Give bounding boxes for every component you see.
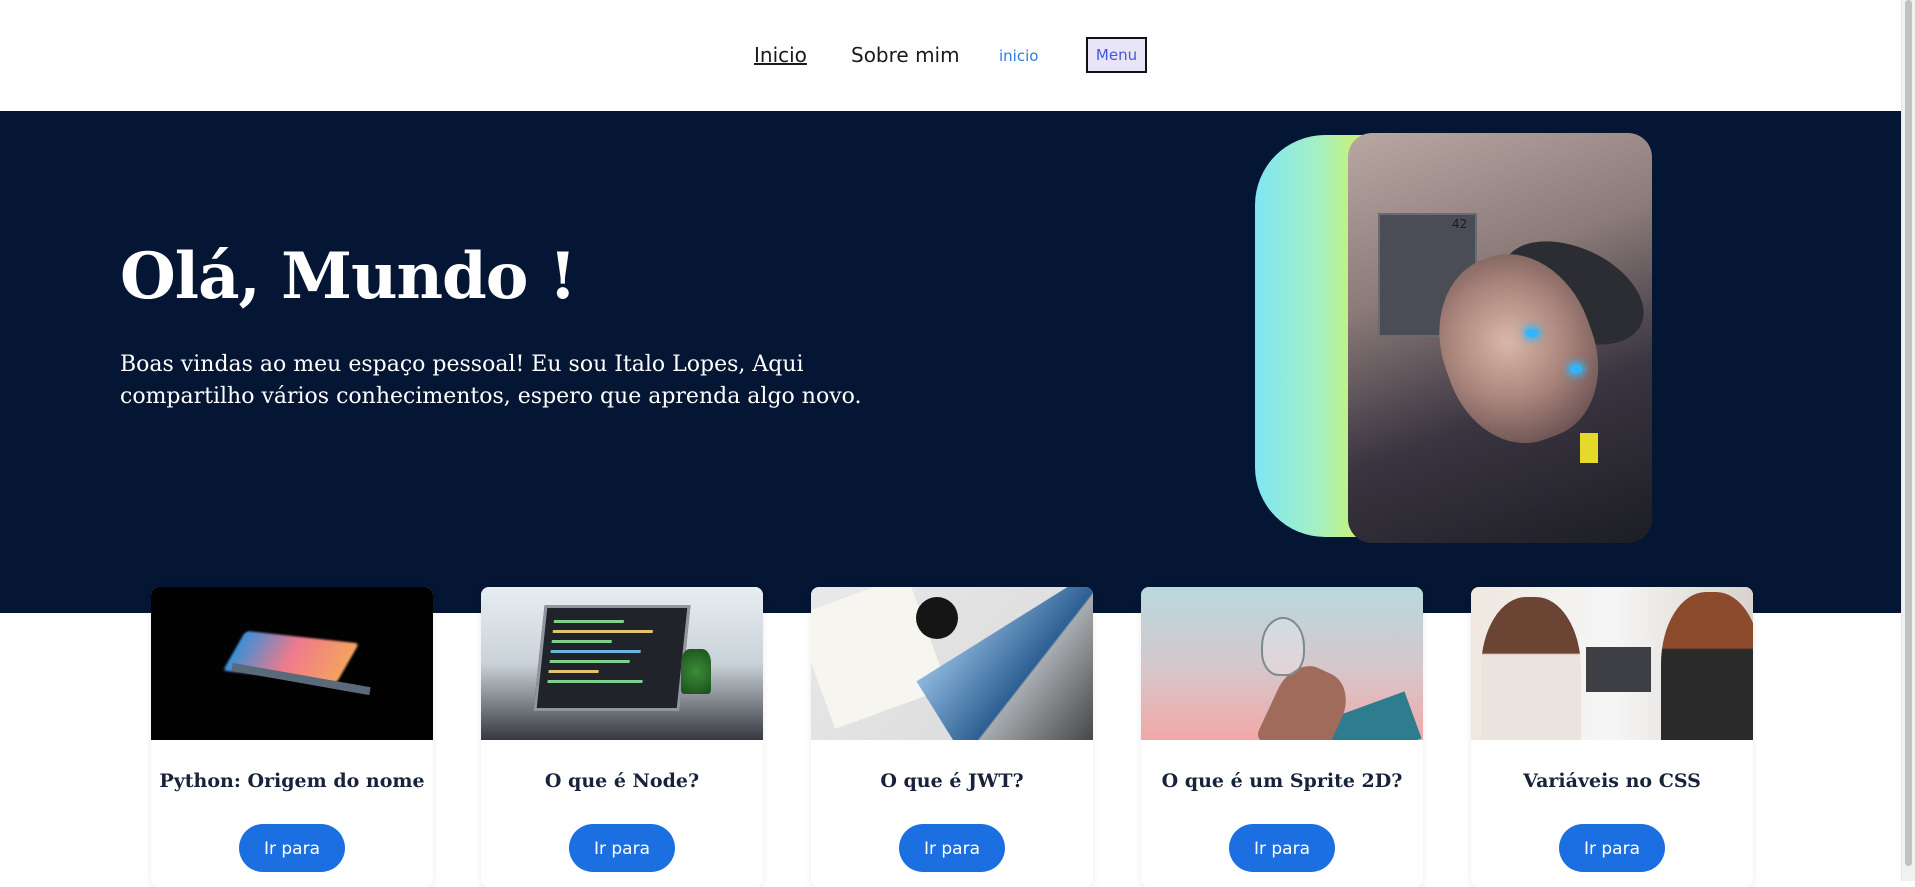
top-navigation: Inicio Sobre mim inicio Menu bbox=[0, 0, 1902, 111]
card-go-button[interactable]: Ir para bbox=[1229, 824, 1335, 872]
person bbox=[1661, 592, 1753, 740]
camera-lens bbox=[916, 597, 958, 639]
card-image-people-laptop bbox=[1471, 587, 1753, 740]
card-title: O que é JWT? bbox=[880, 770, 1024, 792]
card-go-button[interactable]: Ir para bbox=[1559, 824, 1665, 872]
hero-section: Olá, Mundo ! Boas vindas ao meu espaço p… bbox=[0, 111, 1902, 613]
card-image-laptop-dark bbox=[151, 587, 433, 740]
hero-portrait-image: 42 bbox=[1348, 133, 1652, 543]
hero-title: Olá, Mundo ! bbox=[120, 239, 577, 314]
laptop-screen bbox=[533, 605, 691, 711]
hero-description: Boas vindas ao meu espaço pessoal! Eu so… bbox=[120, 352, 862, 409]
laptop bbox=[1586, 647, 1651, 692]
card-image-light-bulb bbox=[1141, 587, 1423, 740]
article-card: O que é JWT? Ir para bbox=[811, 587, 1093, 887]
code-line bbox=[547, 680, 643, 683]
photo-eye-glow bbox=[1526, 329, 1538, 337]
code-line bbox=[551, 640, 612, 643]
card-go-button[interactable]: Ir para bbox=[239, 824, 345, 872]
card-title: Variáveis no CSS bbox=[1523, 770, 1701, 792]
person bbox=[1481, 597, 1581, 740]
code-line bbox=[550, 650, 641, 653]
article-card: Python: Origem do nome Ir para bbox=[151, 587, 433, 887]
photo-yellow-light bbox=[1580, 433, 1598, 463]
card-image-code-laptop bbox=[481, 587, 763, 740]
nav-link-sobre-mim[interactable]: Sobre mim bbox=[851, 43, 960, 67]
nav-link-inicio-secondary[interactable]: inicio bbox=[999, 47, 1038, 65]
light-bulb bbox=[1261, 617, 1305, 676]
code-line bbox=[552, 630, 653, 633]
card-title: Python: Origem do nome bbox=[159, 770, 425, 792]
card-title: O que é um Sprite 2D? bbox=[1161, 770, 1403, 792]
nav-link-inicio[interactable]: Inicio bbox=[754, 43, 807, 67]
article-card: O que é um Sprite 2D? Ir para bbox=[1141, 587, 1423, 887]
card-go-button[interactable]: Ir para bbox=[569, 824, 675, 872]
photo-panel-number: 42 bbox=[1452, 217, 1468, 231]
article-card: Variáveis no CSS Ir para bbox=[1471, 587, 1753, 887]
code-line bbox=[553, 620, 624, 623]
menu-button[interactable]: Menu bbox=[1086, 37, 1147, 73]
photo-eye-glow bbox=[1570, 365, 1582, 373]
card-title: O que é Node? bbox=[544, 770, 700, 792]
card-go-button[interactable]: Ir para bbox=[899, 824, 1005, 872]
card-image-desk-laptop bbox=[811, 587, 1093, 740]
code-line bbox=[549, 660, 630, 663]
scrollbar-thumb[interactable] bbox=[1905, 0, 1912, 866]
page-scrollbar[interactable] bbox=[1901, 0, 1915, 881]
article-card: O que é Node? Ir para bbox=[481, 587, 763, 887]
code-line bbox=[548, 670, 599, 673]
plant bbox=[681, 649, 711, 694]
